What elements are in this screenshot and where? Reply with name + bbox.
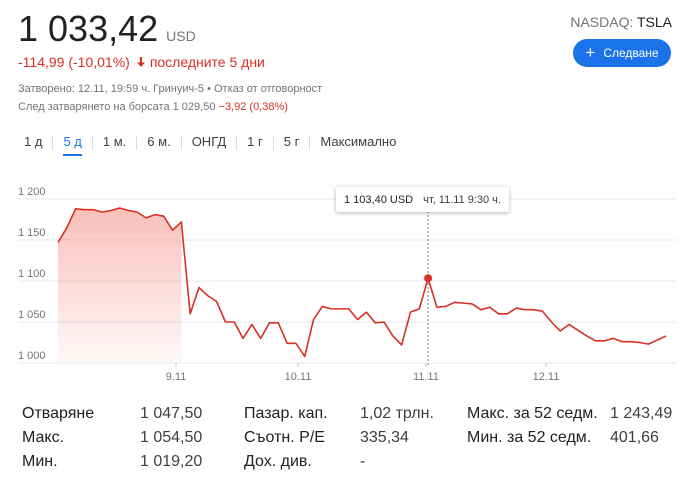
stat-value-div-yield: -: [360, 453, 366, 470]
after-hours-label: След затварянето на борсата 1 029,50: [18, 101, 216, 113]
y-tick-label: 1 000: [18, 350, 46, 362]
x-tick-label: 9.11: [166, 371, 187, 383]
price-change: -114,99 (-10,01%) последните 5 дни: [18, 54, 265, 70]
tooltip-date: чт, 11.11 9:30 ч.: [423, 193, 501, 206]
stat-value-open: 1 047,50: [140, 405, 203, 422]
stat-value-pe-ratio: 335,34: [360, 429, 409, 446]
tab-1y[interactable]: 1 г: [237, 132, 273, 156]
change-value: -114,99 (-10,01%): [18, 54, 130, 70]
y-tick-label: 1 050: [18, 309, 46, 321]
range-tabs: 1 д 5 д 1 м. 6 м. ОНГД 1 г 5 г Максималн…: [14, 132, 406, 156]
highlight-point: [424, 274, 433, 283]
stat-value-52w-high: 1 243,49: [610, 405, 673, 422]
closed-note: Затворено: 12.11, 19:59 ч. Гринуич-5 • О…: [18, 83, 323, 95]
tab-5d[interactable]: 5 д: [53, 132, 91, 156]
ticker-symbol: TSLA: [636, 14, 672, 30]
after-hours-change: −3,92 (0,38%): [218, 101, 288, 113]
tab-1m[interactable]: 1 м.: [93, 132, 136, 156]
stat-value-market-cap: 1,02 трлн.: [360, 405, 434, 422]
current-price: 1 033,42: [18, 8, 159, 49]
stat-label-52w-high: Макс. за 52 седм.: [467, 405, 598, 422]
arrow-down-icon: [136, 56, 146, 68]
area-fill: [58, 208, 182, 363]
x-tick-label: 10.11: [285, 371, 312, 383]
tooltip-price: 1 103,40 USD: [344, 193, 414, 206]
stat-label-market-cap: Пазар. кап.: [244, 405, 328, 422]
change-period: последните 5 дни: [149, 54, 265, 70]
tab-max[interactable]: Максимално: [310, 132, 406, 156]
stat-value-52w-low: 401,66: [610, 429, 659, 446]
exchange-name: NASDAQ:: [570, 14, 634, 30]
y-tick-label: 1 150: [18, 227, 46, 239]
follow-button[interactable]: + Следване: [573, 39, 671, 67]
stat-label-high: Макс.: [22, 429, 65, 446]
stat-label-open: Отваряне: [22, 405, 95, 422]
ticker-label: NASDAQ: TSLA: [570, 14, 672, 30]
stat-label-div-yield: Дох. див.: [244, 453, 312, 470]
after-hours-info: След затварянето на борсата 1 029,50 −3,…: [18, 101, 288, 113]
chart-tooltip: 1 103,40 USD чт, 11.11 9:30 ч.: [336, 187, 509, 212]
tab-5y[interactable]: 5 г: [274, 132, 310, 156]
plus-icon: +: [585, 42, 596, 62]
stat-label-52w-low: Мин. за 52 седм.: [467, 429, 592, 446]
y-tick-label: 1 200: [18, 186, 46, 198]
tab-ytd[interactable]: ОНГД: [182, 132, 236, 156]
y-tick-label: 1 100: [18, 268, 46, 280]
x-tick-label: 11.11: [413, 371, 439, 383]
tab-6m[interactable]: 6 м.: [137, 132, 180, 156]
follow-button-label: Следване: [603, 46, 659, 60]
stat-label-pe-ratio: Съотн. P/E: [244, 429, 325, 446]
stat-value-high: 1 054,50: [140, 429, 203, 446]
stat-value-low: 1 019,20: [140, 453, 203, 470]
x-tick-label: 12.11: [533, 371, 560, 383]
currency-label: USD: [166, 28, 196, 44]
stat-label-low: Мин.: [22, 453, 58, 470]
tab-1d[interactable]: 1 д: [14, 132, 52, 156]
price-header: 1 033,42 USD: [18, 8, 196, 50]
